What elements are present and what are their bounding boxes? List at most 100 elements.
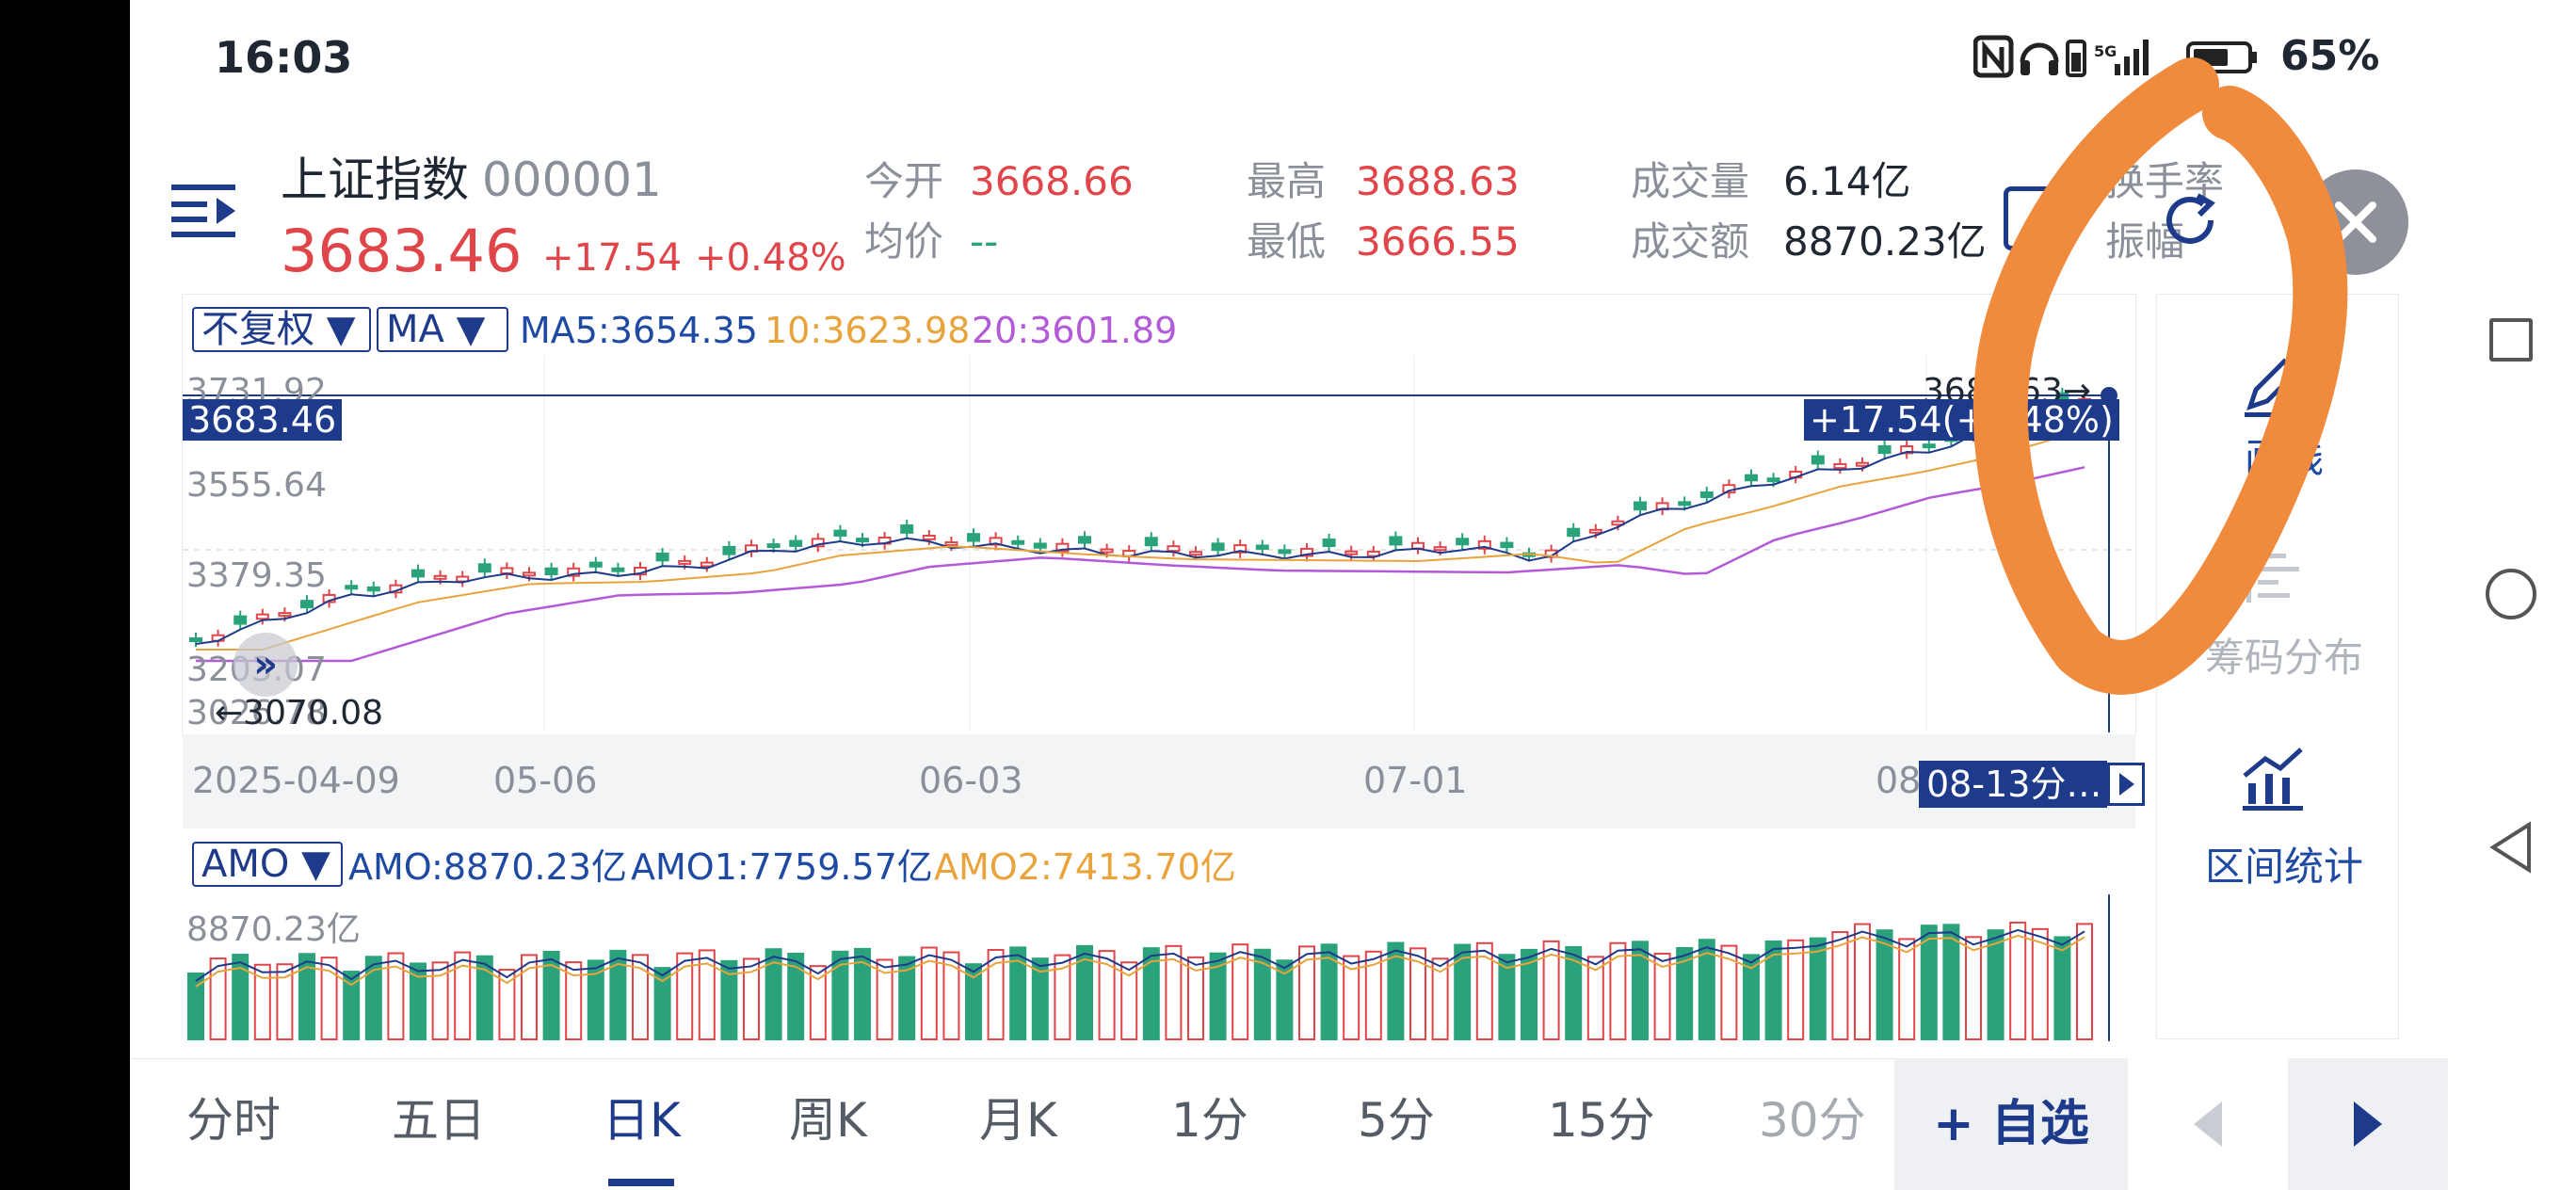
add-watchlist-button[interactable]: + 自选 [1894,1058,2128,1190]
candle [1211,542,1225,552]
candle [1189,551,1202,556]
ma10-line [196,428,2085,651]
tab-1min[interactable]: 1分 [1171,1097,1248,1144]
tab-15min[interactable]: 15分 [1548,1097,1655,1144]
play-icon[interactable] [2107,763,2145,806]
volume-bar [1898,938,1916,1040]
candle [1433,546,1447,552]
candle [1144,537,1158,547]
volume-chart [187,894,2110,1041]
date-label-4: 07-01 [1363,760,1468,801]
avg-value: -- [970,218,999,265]
next-button[interactable] [2288,1058,2448,1190]
indicator-select[interactable]: MA ▼ [377,307,508,352]
tab-weekly-k[interactable]: 周K [789,1097,867,1144]
volume-bar [1854,923,1871,1040]
ma5-line [195,403,2085,645]
date-axis [183,734,2135,828]
candle [300,600,314,609]
candle [1877,444,1892,455]
volume-bar [1787,939,1805,1040]
candle [588,561,603,568]
y-label-3: 3379.35 [186,556,327,595]
menu-icon[interactable] [171,181,239,241]
candle [1389,536,1403,546]
candle [722,545,736,555]
volume-bar [1987,929,2004,1041]
back-icon[interactable] [2486,819,2538,876]
volume-value: 6.14亿 [1783,158,1911,204]
amount-label: 成交额 [1631,218,1750,265]
candle [1745,474,1758,482]
volume-bar [1609,941,1627,1041]
candle [1100,548,1114,554]
candle [1588,528,1602,534]
scroll-forward-icon[interactable]: » [233,633,298,697]
candle [1344,550,1359,555]
candle [611,567,625,572]
home-icon[interactable] [2486,569,2536,619]
volume-bar [1764,940,1782,1040]
volume-bar [1831,931,1849,1040]
candle [500,567,514,575]
low-marker: ←3070.08 [215,694,384,732]
volume-bar [1942,924,1960,1040]
ma5-value: MA5:3654.35 [520,310,758,351]
candle [1011,539,1025,545]
tab-fenshi[interactable]: 分时 [186,1097,281,1144]
prev-arrow-icon [2194,1102,2222,1147]
index-change-pct: +0.48% [695,236,846,280]
candle [766,543,781,549]
candle [1078,536,1091,544]
candle [433,574,447,580]
candle [189,637,202,642]
candle [1678,501,1692,507]
tab-30min[interactable]: 30分 [1759,1097,1866,1144]
range-stats-icon[interactable] [2237,746,2309,813]
prev-button[interactable] [2128,1058,2288,1190]
candle [1255,544,1269,550]
candle [1766,477,1780,483]
candle [1699,490,1714,498]
candle [1856,461,1869,467]
candle [967,533,980,542]
next-arrow-icon [2354,1102,2382,1147]
low-label: 最低 [1247,218,1327,265]
candle [366,586,380,592]
system-nav-bar [2448,0,2576,1190]
volume-bar [1876,929,1893,1040]
high-label: 最高 [1247,158,1327,204]
adjust-select[interactable]: 不复权 ▼ [192,307,371,352]
active-tab-indicator [608,1179,674,1186]
tab-five-day[interactable]: 五日 [392,1097,486,1144]
index-code: 000001 [482,153,662,207]
open-value: 3668.66 [970,158,1134,204]
candle [411,569,425,578]
volume-indicator-select[interactable]: AMO ▼ [192,842,343,887]
tab-5min[interactable]: 5分 [1358,1097,1435,1144]
volume-bar [1632,941,1649,1040]
candle [678,559,692,565]
candle [233,615,248,625]
volume-bar [743,957,760,1040]
date-label-2: 05-06 [493,760,598,801]
candle [655,552,669,562]
candle [789,539,803,547]
candle [856,538,869,543]
volume-label: 成交量 [1631,158,1750,204]
candle [544,567,558,576]
volume-bar [2053,936,2071,1040]
candle [833,529,847,537]
volume-bar [1120,961,1138,1040]
ma10-value: 10:3623.98 [765,310,971,351]
tab-monthly-k[interactable]: 月K [979,1097,1057,1144]
volume-bar [1276,959,1294,1040]
volume-bars [187,921,2093,1041]
candle [1278,549,1292,555]
recents-icon[interactable] [2489,318,2533,362]
crosshair-price-tag: 3683.46 [183,399,343,441]
ma20-value: 20:3601.89 [972,310,1178,351]
range-stats-label[interactable]: 区间统计 [2143,847,2425,887]
tab-daily-k[interactable]: 日K [603,1097,681,1144]
index-change: +17.54 [542,236,683,280]
